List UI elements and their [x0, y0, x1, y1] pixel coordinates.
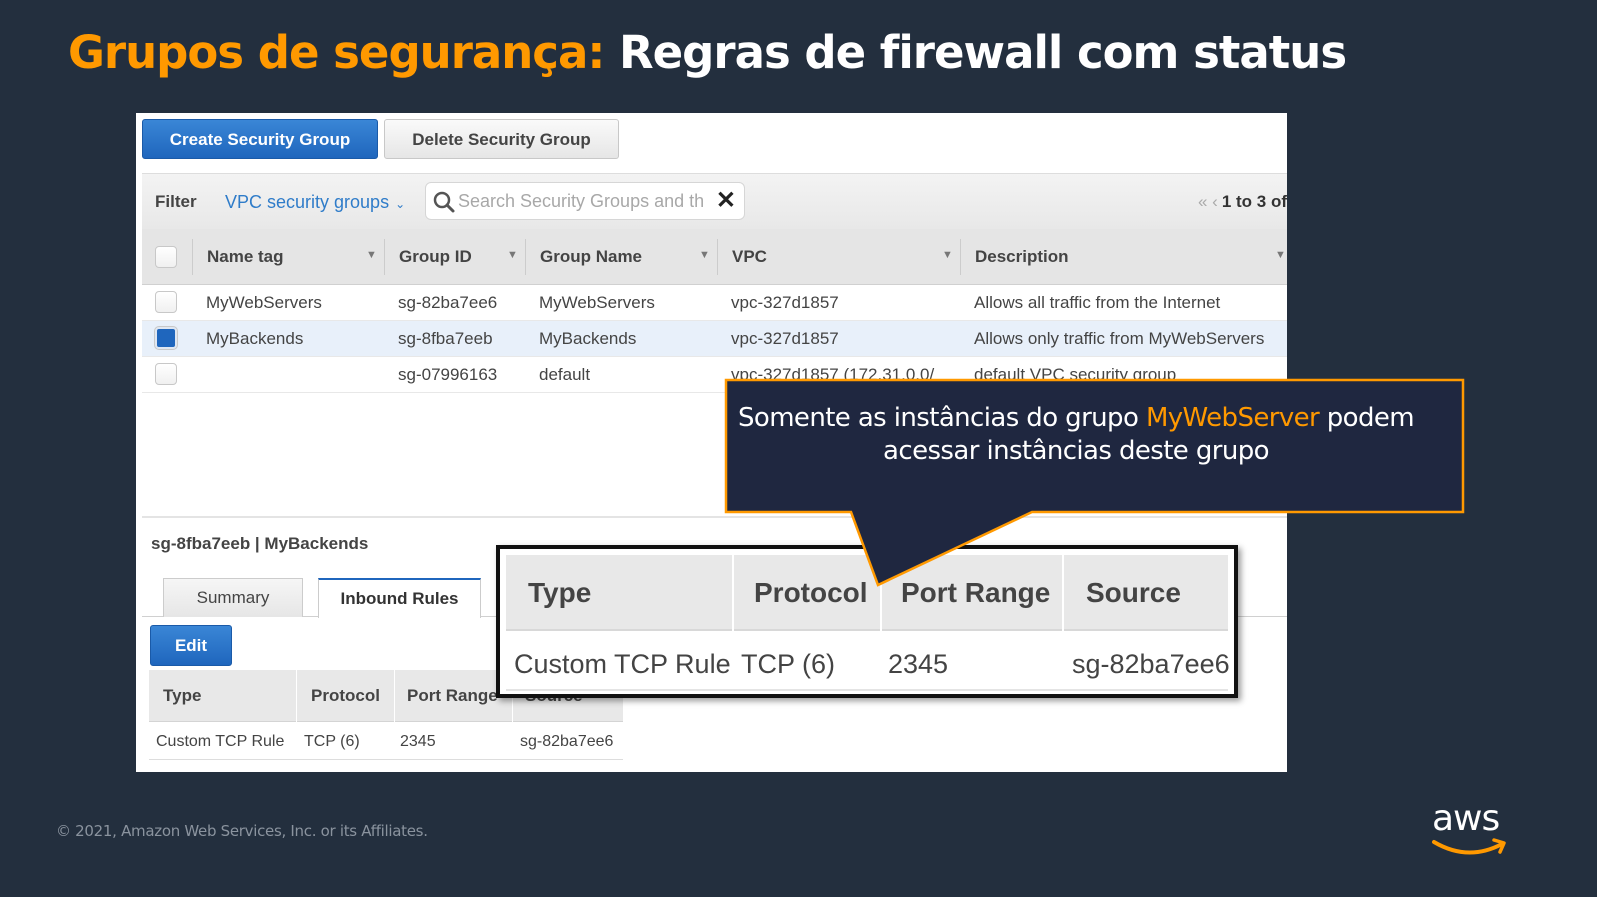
cell-group-name: default [539, 365, 591, 384]
column-header-group-id[interactable]: Group ID [399, 247, 472, 267]
callout-text: Somente as instâncias do grupo MyWebServ… [722, 402, 1430, 468]
tab-summary[interactable]: Summary [163, 578, 303, 617]
filter-label: Filter [155, 192, 197, 211]
magnified-rule-port-range: 2345 [888, 649, 949, 679]
column-header-description[interactable]: Description [975, 247, 1069, 267]
sort-icon[interactable]: ▼ [942, 249, 953, 261]
rule-source: sg-82ba7ee6 [520, 733, 614, 750]
table-row[interactable]: MyWebServers sg-82ba7ee6 MyWebServers vp… [142, 285, 1287, 321]
cell-group-name: MyWebServers [539, 293, 655, 312]
magnified-col-source: Source [1086, 577, 1181, 608]
sort-icon[interactable]: ▼ [507, 249, 518, 261]
delete-security-group-button[interactable]: Delete Security Group [384, 119, 619, 159]
row-checkbox[interactable] [155, 363, 177, 385]
pagination-prev-icon[interactable]: « ‹ [1198, 192, 1218, 211]
sort-icon[interactable]: ▼ [366, 249, 377, 261]
column-header-group-name[interactable]: Group Name [540, 247, 642, 267]
rules-col-type: Type [163, 686, 202, 705]
rule-port-range: 2345 [400, 733, 436, 750]
select-all-checkbox[interactable] [155, 246, 177, 268]
table-row[interactable]: MyBackends sg-8fba7eeb MyBackends vpc-32… [142, 321, 1287, 357]
magnified-rules-table: Type Protocol Port Range Source Custom T… [496, 545, 1238, 698]
magnified-rules-header: Type Protocol Port Range Source [506, 555, 1228, 631]
filter-bar: Filter VPC security groups ⌄ ✕ « ‹1 to 3 … [142, 173, 1287, 229]
magnified-col-port-range: Port Range [901, 577, 1051, 608]
cell-name-tag: MyBackends [206, 329, 304, 348]
row-checkbox-checked[interactable] [155, 327, 177, 349]
rules-col-protocol: Protocol [311, 686, 380, 705]
security-groups-table: Name tag ▼ Group ID ▼ Group Name ▼ VPC ▼… [142, 229, 1287, 393]
cell-vpc: vpc-327d1857 [731, 329, 839, 348]
row-checkbox[interactable] [155, 291, 177, 313]
magnified-col-type: Type [528, 577, 592, 608]
search-icon [433, 191, 455, 213]
column-header-name-tag[interactable]: Name tag [207, 247, 284, 267]
slide-title-accent: Grupos de segurança: [68, 26, 605, 79]
search-input[interactable] [458, 188, 710, 214]
clear-search-icon[interactable]: ✕ [716, 188, 736, 214]
panel-divider[interactable] [142, 516, 1287, 518]
detail-title: sg-8fba7eeb | MyBackends [151, 534, 369, 553]
sort-icon[interactable]: ▼ [1275, 249, 1286, 261]
column-header-vpc[interactable]: VPC [732, 247, 767, 267]
sort-icon[interactable]: ▼ [699, 249, 710, 261]
create-security-group-button[interactable]: Create Security Group [142, 119, 378, 159]
edit-rules-button[interactable]: Edit [150, 625, 232, 666]
magnified-col-protocol: Protocol [754, 577, 868, 608]
aws-smile-icon [1432, 838, 1506, 855]
magnified-rule-type: Custom TCP Rule [514, 649, 731, 679]
cell-description: Allows all traffic from the Internet [974, 293, 1221, 312]
magnified-rule-source: sg-82ba7ee6 [1072, 649, 1230, 679]
cell-name-tag: MyWebServers [206, 293, 322, 312]
cell-description: default VPC security group [974, 365, 1177, 384]
pagination: « ‹ 1 to 3 of [1198, 192, 1287, 212]
cell-vpc: vpc-327d1857 [731, 293, 839, 312]
aws-logo: aws [1430, 798, 1512, 860]
rule-row: Custom TCP Rule TCP (6) 2345 sg-82ba7ee6 [149, 722, 623, 760]
cell-group-id: sg-8fba7eeb [398, 329, 493, 348]
slide-title: Grupos de segurança: Regras de firewall … [68, 26, 1347, 79]
table-row[interactable]: sg-07996163 default vpc-327d1857 (172.31… [142, 357, 1287, 393]
cell-description: Allows only traffic from MyWebServers [974, 329, 1265, 348]
chevron-down-icon: ⌄ [395, 197, 406, 211]
copyright-footer: © 2021, Amazon Web Services, Inc. or its… [56, 822, 428, 840]
rule-type: Custom TCP Rule [156, 733, 285, 750]
rule-protocol: TCP (6) [304, 733, 360, 750]
filter-selected-value: VPC security groups [225, 192, 390, 212]
table-header: Name tag ▼ Group ID ▼ Group Name ▼ VPC ▼… [142, 229, 1287, 285]
pagination-count: 1 to 3 of [1221, 192, 1287, 211]
callout-highlight: MyWebServer [1145, 403, 1320, 433]
cell-group-id: sg-82ba7ee6 [398, 293, 498, 312]
slide-title-rest: Regras de firewall com status [619, 26, 1347, 79]
search-field[interactable]: ✕ [425, 182, 745, 220]
rules-col-port-range: Port Range [407, 686, 498, 705]
cell-group-name: MyBackends [539, 329, 637, 348]
callout-text-before: Somente as instâncias do grupo [737, 403, 1146, 433]
vpc-filter-dropdown[interactable]: VPC security groups ⌄ [225, 192, 405, 213]
cell-group-id: sg-07996163 [398, 365, 498, 384]
cell-vpc: vpc-327d1857 (172.31.0.0/ [731, 365, 935, 384]
magnified-rule-protocol: TCP (6) [741, 649, 836, 679]
tab-inbound-rules[interactable]: Inbound Rules [318, 578, 481, 618]
